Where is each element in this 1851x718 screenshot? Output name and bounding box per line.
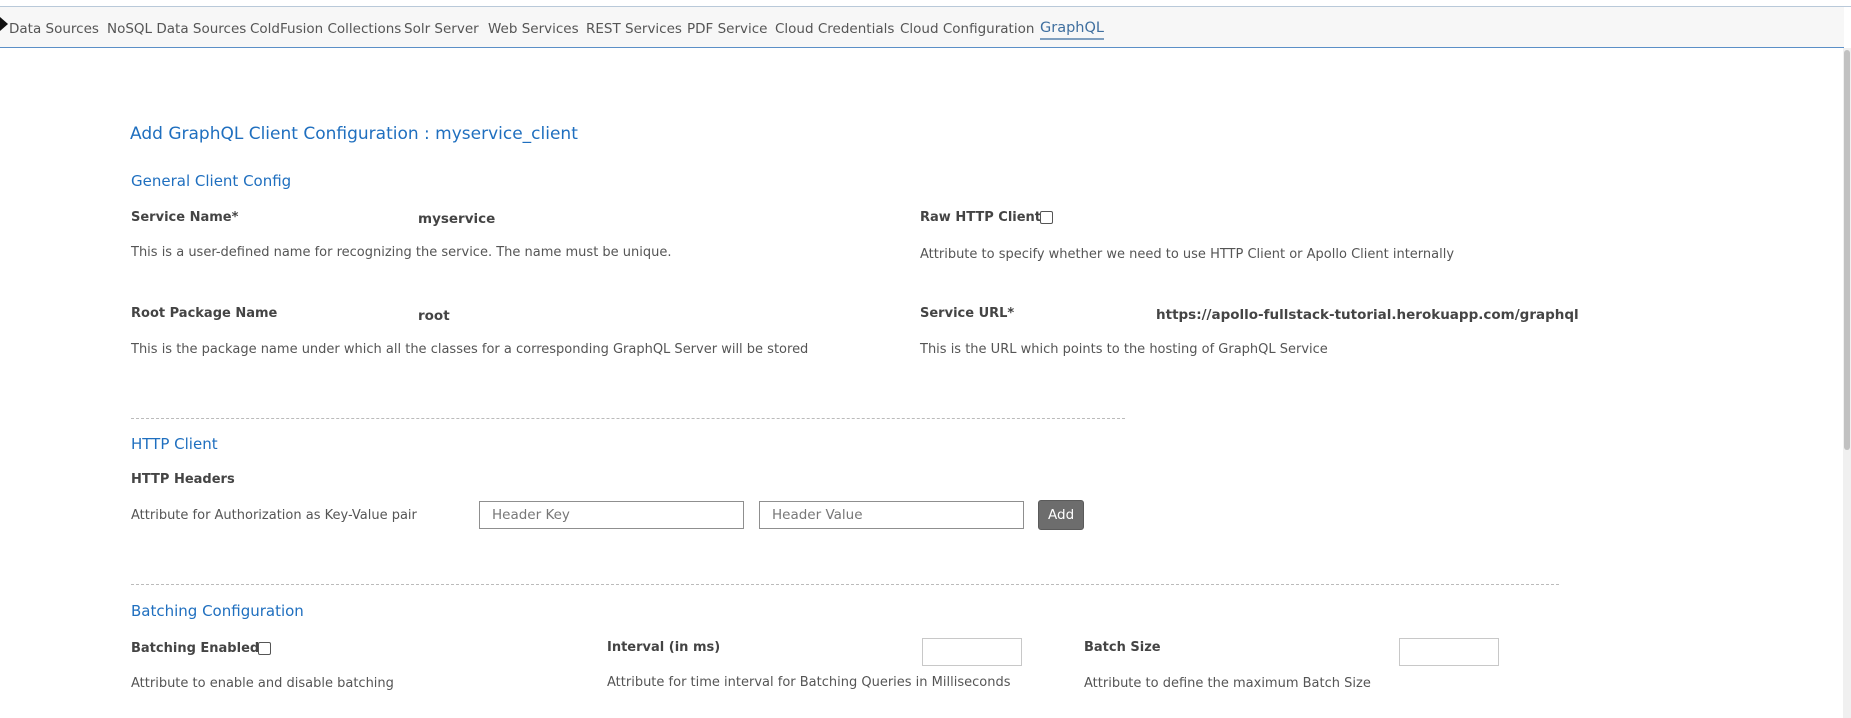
tab-coldfusion-collections[interactable]: ColdFusion Collections	[250, 20, 401, 38]
raw-http-client-description: Attribute to specify whether we need to …	[920, 247, 1455, 262]
section-divider-2	[131, 584, 1559, 585]
raw-http-client-checkbox[interactable]	[1040, 211, 1053, 224]
batch-size-label: Batch Size	[1084, 640, 1161, 655]
http-client-section-title: HTTP Client	[131, 435, 218, 453]
tab-solr-server[interactable]: Solr Server	[404, 20, 479, 38]
interval-label: Interval (in ms)	[607, 640, 721, 655]
header-key-input[interactable]	[479, 501, 744, 529]
service-url-description: This is the URL which points to the host…	[920, 342, 1328, 357]
tab-scroll-left-icon[interactable]	[0, 17, 8, 31]
page-scrollbar[interactable]	[1843, 48, 1851, 718]
batching-enabled-checkbox[interactable]	[258, 642, 271, 655]
general-section-title: General Client Config	[131, 172, 292, 190]
scrollbar-thumb[interactable]	[1844, 50, 1850, 450]
interval-input[interactable]	[922, 638, 1022, 666]
root-package-description: This is the package name under which all…	[131, 342, 809, 357]
service-name-description: This is a user-defined name for recogniz…	[131, 245, 672, 260]
tab-nosql-data-sources[interactable]: NoSQL Data Sources	[107, 20, 246, 38]
batching-enabled-label: Batching Enabled	[131, 641, 260, 656]
service-url-value: https://apollo-fullstack-tutorial.heroku…	[1156, 307, 1579, 323]
tab-cloud-credentials[interactable]: Cloud Credentials	[775, 20, 894, 38]
add-header-button[interactable]: Add	[1038, 500, 1085, 530]
interval-description: Attribute for time interval for Batching…	[607, 675, 1011, 690]
batch-size-input[interactable]	[1399, 638, 1499, 666]
service-name-value: myservice	[418, 211, 496, 227]
tab-cloud-configuration[interactable]: Cloud Configuration	[900, 20, 1034, 38]
batching-enabled-description: Attribute to enable and disable batching	[131, 676, 394, 691]
page-title: Add GraphQL Client Configuration : myser…	[130, 124, 578, 144]
batch-size-description: Attribute to define the maximum Batch Si…	[1084, 676, 1371, 691]
root-package-value: root	[418, 308, 450, 324]
service-url-label: Service URL*	[920, 306, 1015, 321]
batching-section-title: Batching Configuration	[131, 602, 304, 620]
http-headers-label: HTTP Headers	[131, 472, 235, 487]
tab-web-services[interactable]: Web Services	[488, 20, 579, 38]
service-name-label: Service Name*	[131, 210, 239, 225]
tab-graphql[interactable]: GraphQL	[1040, 19, 1104, 40]
root-package-label: Root Package Name	[131, 306, 278, 321]
tab-data-sources[interactable]: Data Sources	[9, 20, 99, 38]
admin-tab-bar: Data Sources NoSQL Data Sources ColdFusi…	[0, 7, 1844, 48]
header-value-input[interactable]	[759, 501, 1024, 529]
tab-pdf-service[interactable]: PDF Service	[687, 20, 768, 38]
section-divider-1	[131, 418, 1125, 419]
tab-rest-services[interactable]: REST Services	[586, 20, 682, 38]
raw-http-client-label: Raw HTTP Client	[920, 210, 1042, 225]
http-headers-description: Attribute for Authorization as Key-Value…	[131, 508, 417, 523]
